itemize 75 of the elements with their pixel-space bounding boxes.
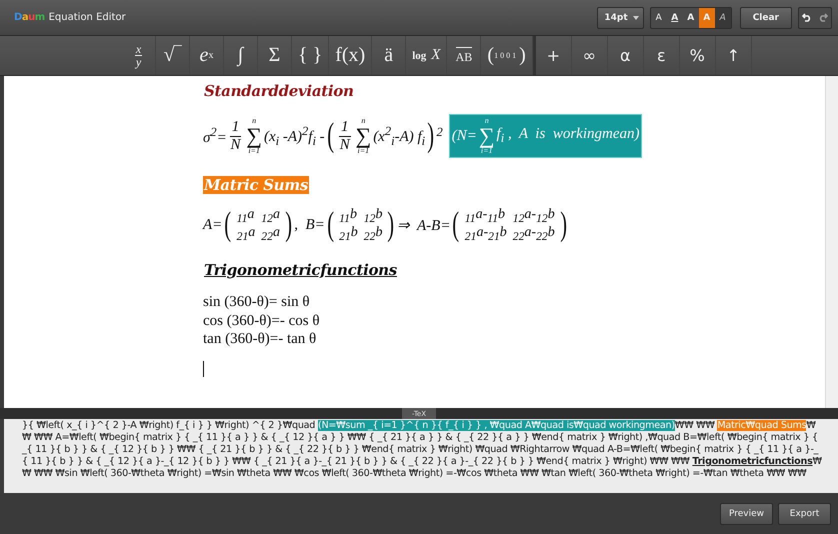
- formula-line: sin (360-θ)= sin θ: [203, 292, 310, 312]
- vector-tool[interactable]: AB: [447, 36, 482, 75]
- matrix-entry: $_{11}$a: [236, 208, 256, 224]
- section-heading: Trigonometricfunctions: [203, 260, 398, 279]
- formula-text: 2: [436, 125, 443, 141]
- symbol-tool[interactable]: α: [608, 36, 644, 75]
- formula-text: f$_{i}$ , A is workingmean): [496, 126, 640, 146]
- formula-text: (N=: [452, 128, 477, 144]
- matrix-entry: $_{21}$a-$_{21}$b: [464, 226, 507, 243]
- caret-icon: [632, 16, 639, 20]
- matrix-entry: $_{21}$b: [339, 226, 358, 243]
- text-cursor: [203, 361, 204, 378]
- symbol-tool[interactable]: Σ: [258, 36, 292, 75]
- parenthesis: ): [285, 208, 292, 242]
- symbol-tool[interactable]: %: [680, 36, 716, 75]
- parenthesis: ): [560, 208, 567, 242]
- matrix-entry: $_{11}$b: [339, 208, 358, 224]
- exponent-tool[interactable]: e$^{x}$: [190, 36, 224, 75]
- matrix-entry: $_{12}$a: [261, 208, 280, 224]
- window-title: Equation Editor: [48, 12, 127, 23]
- formula-line: tan (360-θ)=- tan θ: [203, 330, 316, 350]
- symbol-tool[interactable]: ä: [372, 36, 406, 75]
- symbol-tool[interactable]: ∫: [224, 36, 258, 75]
- symbol-tool[interactable]: √‾: [156, 36, 190, 75]
- matrix-entry: $_{22}$a: [261, 226, 280, 243]
- formula-text: ⇒ A-B=: [396, 216, 450, 235]
- symbol-tool[interactable]: ↑: [716, 36, 752, 75]
- matrix-entry: $_{12}$b: [364, 208, 382, 224]
- section-heading: Matric Sums: [203, 176, 309, 194]
- sum-sign: ∑: [246, 125, 262, 147]
- symbol-tool[interactable]: ε: [644, 36, 680, 75]
- sum-limit: i=1: [358, 147, 370, 155]
- formula-line: cos (360-θ)=- cos θ: [203, 312, 320, 330]
- parenthesis: (: [452, 208, 460, 242]
- scrollbar[interactable]: [825, 76, 838, 408]
- formula-text: A=: [203, 216, 222, 234]
- text-style-button[interactable]: A: [650, 8, 667, 28]
- symbol-tool[interactable]: { }: [292, 36, 330, 75]
- matrix-entry: $_{22}$b: [364, 226, 382, 243]
- parenthesis: (: [326, 119, 334, 153]
- preview-button[interactable]: Preview: [720, 502, 773, 524]
- fraction: 1 N: [230, 119, 242, 153]
- text-style-button[interactable]: A: [666, 8, 683, 28]
- fraction: 1 N: [339, 119, 350, 153]
- text-style-button[interactable]: A: [714, 8, 731, 28]
- clear-button[interactable]: Clear: [740, 6, 792, 28]
- fraction-tool[interactable]: x y: [122, 36, 156, 75]
- log-tool[interactable]: log X: [406, 36, 448, 75]
- sum-limit: i=1: [248, 147, 260, 155]
- formula-text: σ$^{2}$=: [203, 125, 227, 147]
- symbol-tool[interactable]: ∞: [572, 36, 608, 75]
- matrix-entry: $_{21}$a: [236, 226, 256, 243]
- sum-sign: ∑: [356, 125, 372, 147]
- parenthesis: ): [388, 208, 395, 242]
- sum-limit: i=1: [480, 147, 492, 155]
- formula-text: (x$_{i}$ -A)$^{2}$f$_{i}$ -: [264, 124, 325, 148]
- matrix-entry: $_{11}$a-$_{11}$b: [464, 208, 506, 224]
- formula-text: , B=: [294, 216, 325, 234]
- logo: Daum: [14, 12, 45, 23]
- formula-text: (x$^{2}$$_{i}$-A) f$_{i}$: [373, 124, 426, 148]
- matrix-entry: $_{12}$a-$_{12}$b: [512, 208, 555, 224]
- section-heading: Standarddeviation: [203, 82, 355, 100]
- sum-limit: n: [484, 117, 489, 125]
- sum-limit: n: [361, 117, 366, 125]
- matrix-entry: $_{22}$a-$_{22}$b: [512, 226, 555, 243]
- text-style-button[interactable]: A: [682, 8, 699, 28]
- sum-limit: n: [252, 117, 256, 125]
- export-button[interactable]: Export: [778, 502, 831, 524]
- parenthesis: (: [327, 208, 334, 242]
- symbol-tool[interactable]: +: [536, 36, 572, 75]
- parenthesis: ): [427, 119, 434, 153]
- sum-sign: ∑: [478, 125, 495, 147]
- symbol-tool[interactable]: f(x): [329, 36, 372, 75]
- parenthesis: (: [224, 208, 232, 242]
- font-size-select[interactable]: 14pt: [597, 6, 644, 28]
